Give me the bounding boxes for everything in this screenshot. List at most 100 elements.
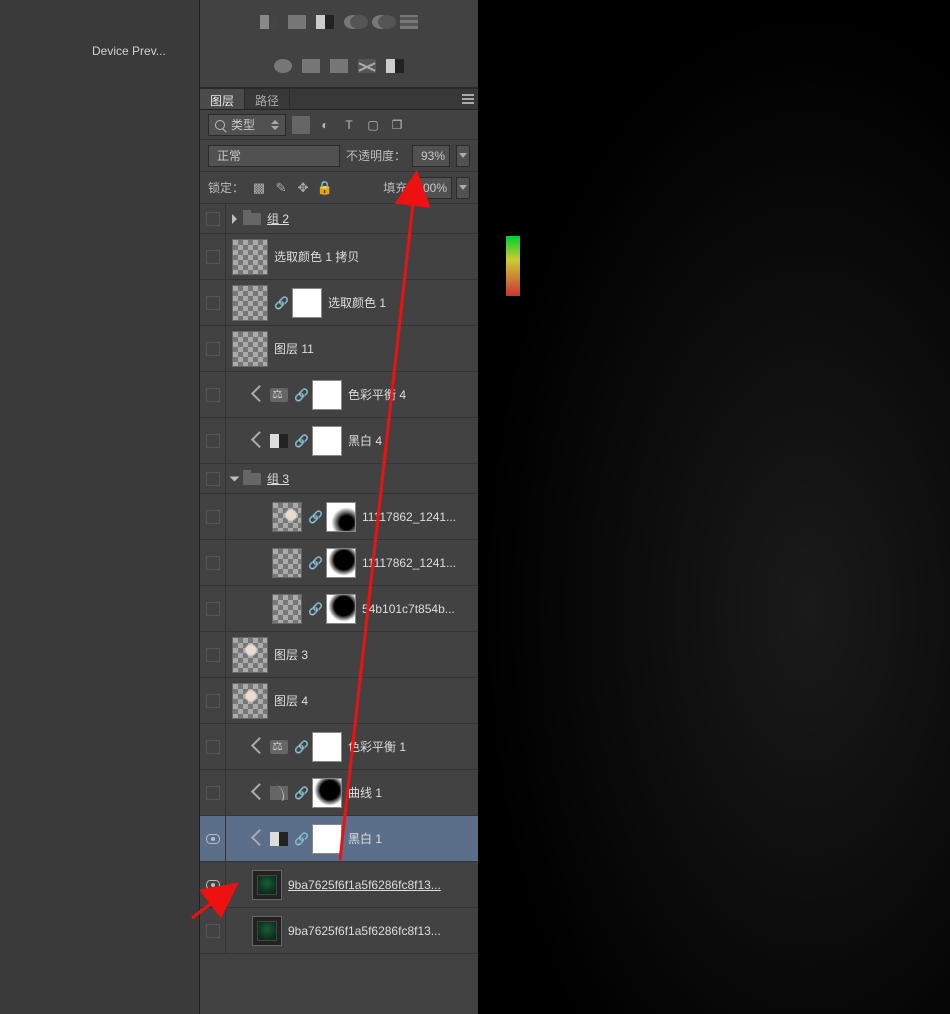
preset-gradient-icon[interactable] [302, 59, 320, 73]
visibility-toggle[interactable] [206, 602, 220, 616]
layers-list[interactable]: 组 2 选取颜色 1 拷贝 🔗 选取颜色 1 [200, 204, 478, 954]
layer-name[interactable]: 黑白 1 [348, 830, 382, 847]
layer-name[interactable]: 9ba7625f6f1a5f6286fc8f13... [288, 878, 441, 892]
layer-mask-thumbnail[interactable] [312, 824, 342, 854]
visibility-toggle[interactable] [206, 250, 220, 264]
layer-name[interactable]: 9ba7625f6f1a5f6286fc8f13... [288, 924, 441, 938]
visibility-toggle[interactable] [206, 740, 220, 754]
layer-thumbnail[interactable] [252, 870, 282, 900]
layer-color-balance-4[interactable]: 🔗 色彩平衡 4 [200, 372, 478, 418]
visibility-toggle[interactable] [206, 388, 220, 402]
visibility-toggle[interactable] [206, 786, 220, 800]
preset-overlap-icon[interactable] [344, 15, 362, 29]
layer-mask-thumbnail[interactable] [326, 548, 356, 578]
layer-group-2[interactable]: 组 2 [200, 204, 478, 234]
layer-mask-thumbnail[interactable] [312, 380, 342, 410]
visibility-eye-icon[interactable] [206, 834, 220, 844]
layer-mask-thumbnail[interactable] [326, 594, 356, 624]
link-icon[interactable]: 🔗 [294, 388, 306, 402]
device-preview-tab[interactable]: Device Prev... [92, 44, 166, 58]
preset-icon[interactable] [260, 15, 278, 29]
tab-layers[interactable]: 图层 [200, 89, 245, 109]
lock-transparency-icon[interactable]: ▩ [252, 181, 266, 195]
layer-name[interactable]: 11117862_1241... [362, 556, 456, 570]
preset-square-icon[interactable] [386, 59, 404, 73]
layer-name[interactable]: 组 3 [267, 470, 289, 487]
preset-balance-icon[interactable] [288, 15, 306, 29]
link-icon[interactable]: 🔗 [294, 832, 306, 846]
filter-kind-select[interactable]: 类型 [208, 114, 286, 136]
layer-image-1[interactable]: 🔗 11117862_1241... [200, 494, 478, 540]
visibility-toggle[interactable] [206, 472, 220, 486]
link-icon[interactable]: 🔗 [294, 786, 306, 800]
link-icon[interactable]: 🔗 [294, 434, 306, 448]
link-icon[interactable]: 🔗 [274, 296, 286, 310]
lock-position-icon[interactable]: ✥ [296, 181, 310, 195]
layer-mask-thumbnail[interactable] [312, 732, 342, 762]
layer-name[interactable]: 组 2 [267, 210, 289, 227]
layer-name[interactable]: 54b101c7t854b... [362, 602, 455, 616]
filter-adjustment-icon[interactable]: ◐ [316, 116, 334, 134]
visibility-toggle[interactable] [206, 510, 220, 524]
layer-group-3[interactable]: 组 3 [200, 464, 478, 494]
layer-name[interactable]: 选取颜色 1 [328, 294, 386, 311]
layer-thumbnail[interactable] [232, 239, 268, 275]
fill-input[interactable]: 100% [411, 177, 452, 199]
fill-dropdown-button[interactable] [456, 177, 470, 199]
preset-grid-icon[interactable] [400, 15, 418, 29]
layer-thumbnail[interactable] [232, 331, 268, 367]
layer-mask-thumbnail[interactable] [312, 426, 342, 456]
preset-pattern-icon[interactable] [330, 59, 348, 73]
blend-mode-select[interactable]: 正常 [208, 145, 340, 167]
visibility-eye-icon[interactable] [206, 880, 220, 890]
layer-4[interactable]: 图层 4 [200, 678, 478, 724]
layer-thumbnail[interactable] [232, 683, 268, 719]
lock-all-icon[interactable]: 🔒 [318, 181, 332, 195]
layer-thumbnail[interactable] [232, 285, 268, 321]
visibility-toggle[interactable] [206, 434, 220, 448]
visibility-toggle[interactable] [206, 342, 220, 356]
filter-shape-icon[interactable]: ▢ [364, 116, 382, 134]
visibility-toggle[interactable] [206, 648, 220, 662]
filter-pixel-icon[interactable] [292, 116, 310, 134]
layer-thumbnail[interactable] [232, 637, 268, 673]
layer-name[interactable]: 图层 11 [274, 340, 314, 357]
layer-image-3[interactable]: 🔗 54b101c7t854b... [200, 586, 478, 632]
layer-11[interactable]: 图层 11 [200, 326, 478, 372]
link-icon[interactable]: 🔗 [308, 602, 320, 616]
layer-smart-object-2[interactable]: 9ba7625f6f1a5f6286fc8f13... [200, 908, 478, 954]
preset-brush-icon[interactable] [274, 59, 292, 73]
layer-selective-color-1[interactable]: 🔗 选取颜色 1 [200, 280, 478, 326]
link-icon[interactable]: 🔗 [308, 556, 320, 570]
layer-name[interactable]: 选取颜色 1 拷贝 [274, 248, 359, 265]
chevron-right-icon[interactable] [232, 214, 237, 224]
layer-name[interactable]: 图层 4 [274, 692, 308, 709]
lock-pixels-icon[interactable]: ✎ [274, 181, 288, 195]
layer-selective-color-copy[interactable]: 选取颜色 1 拷贝 [200, 234, 478, 280]
layer-mask-thumbnail[interactable] [292, 288, 322, 318]
layer-name[interactable]: 色彩平衡 1 [348, 738, 406, 755]
visibility-toggle[interactable] [206, 924, 220, 938]
chevron-down-icon[interactable] [230, 476, 240, 481]
layer-name[interactable]: 图层 3 [274, 646, 308, 663]
preset-channel-icon[interactable] [372, 15, 390, 29]
tab-paths[interactable]: 路径 [245, 89, 290, 109]
layer-bw-4[interactable]: 🔗 黑白 4 [200, 418, 478, 464]
layer-name[interactable]: 曲线 1 [348, 784, 382, 801]
layer-thumbnail[interactable] [272, 548, 302, 578]
layer-thumbnail[interactable] [272, 594, 302, 624]
preset-bw-icon[interactable] [316, 15, 334, 29]
layer-name[interactable]: 黑白 4 [348, 432, 382, 449]
filter-type-icon[interactable]: T [340, 116, 358, 134]
layer-color-balance-1[interactable]: 🔗 色彩平衡 1 [200, 724, 478, 770]
panel-menu-button[interactable] [458, 89, 478, 109]
visibility-toggle[interactable] [206, 296, 220, 310]
layer-bw-1[interactable]: 🔗 黑白 1 [200, 816, 478, 862]
preset-x-icon[interactable] [358, 59, 376, 73]
layer-mask-thumbnail[interactable] [312, 778, 342, 808]
opacity-dropdown-button[interactable] [456, 145, 470, 167]
visibility-toggle[interactable] [206, 212, 220, 226]
layer-name[interactable]: 11117862_1241... [362, 510, 456, 524]
filter-smart-icon[interactable]: ❐ [388, 116, 406, 134]
opacity-input[interactable]: 93% [412, 145, 450, 167]
